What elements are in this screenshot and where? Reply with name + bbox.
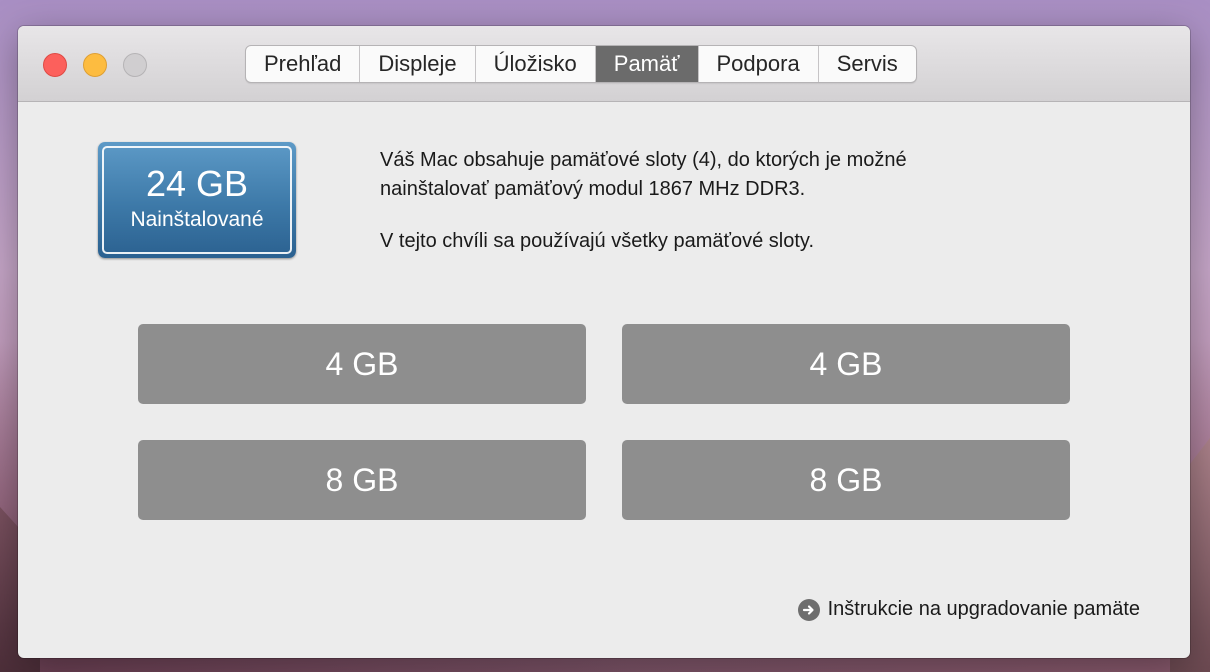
memory-upgrade-instructions-label: Inštrukcie na upgradovanie pamäte [827,598,1140,620]
tab-displays[interactable]: Displeje [359,46,474,82]
memory-slot-3: 8 GB [138,440,586,520]
memory-upgrade-instructions-link[interactable]: Inštrukcie na upgradovanie pamäte [797,598,1140,621]
installed-memory-label: Nainštalované [130,208,264,231]
memory-slot-4: 8 GB [622,440,1070,520]
about-this-mac-window: Prehľad Displeje Úložisko Pamäť Podpora … [18,26,1190,658]
memory-slot-1: 4 GB [138,324,586,404]
titlebar: Prehľad Displeje Úložisko Pamäť Podpora … [18,26,1190,102]
memory-slots-info: Váš Mac obsahuje pamäťové sloty (4), do … [380,149,907,200]
arrow-right-circle-icon [797,598,820,621]
minimize-button[interactable] [83,53,107,77]
tab-support[interactable]: Podpora [697,46,818,82]
zoom-button[interactable] [123,53,147,77]
memory-panel: 24 GB Nainštalované Váš Mac obsahuje pam… [18,102,1190,658]
installed-memory-badge: 24 GB Nainštalované [98,142,296,258]
tab-service[interactable]: Servis [817,46,916,82]
installed-memory-badge-inner: 24 GB Nainštalované [102,146,292,254]
tab-storage[interactable]: Úložisko [474,46,595,82]
tab-memory[interactable]: Pamäť [594,46,698,82]
installed-memory-size: 24 GB [145,163,249,204]
tab-bar: Prehľad Displeje Úložisko Pamäť Podpora … [245,45,917,83]
tab-overview[interactable]: Prehľad [246,46,359,82]
memory-description: Váš Mac obsahuje pamäťové sloty (4), do … [380,146,1020,256]
memory-slot-2: 4 GB [622,324,1070,404]
close-button[interactable] [43,53,67,77]
memory-slots-status: V tejto chvíli sa používajú všetky pamäť… [380,230,814,252]
